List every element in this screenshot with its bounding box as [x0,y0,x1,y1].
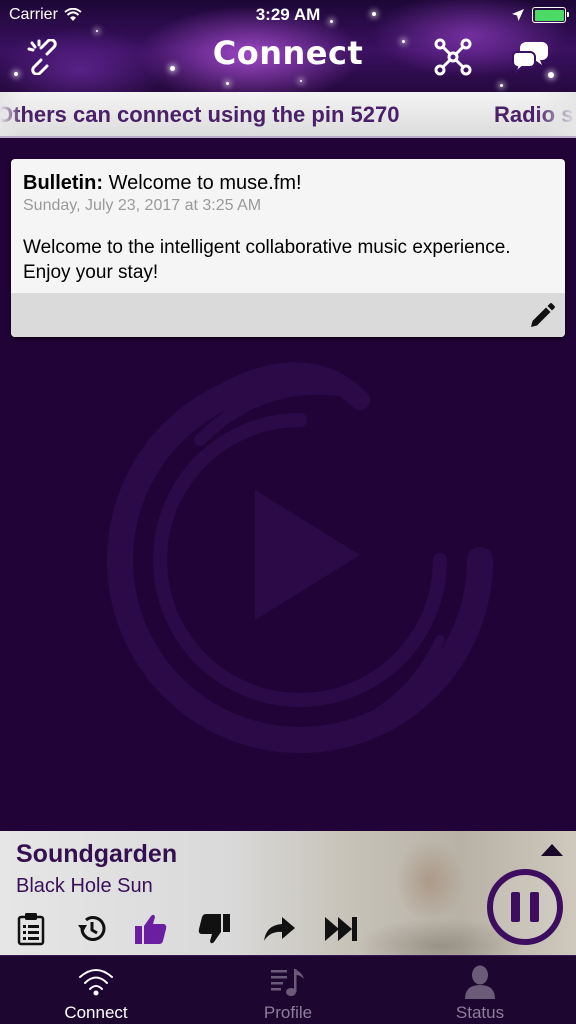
clipboard-icon[interactable] [13,911,49,947]
pause-button[interactable] [487,869,563,945]
star [300,80,302,82]
ticker-message: Others can connect using the pin 5270 [0,102,400,127]
share-arrow-icon[interactable] [261,911,297,947]
star [14,72,18,76]
battery-area [512,7,569,23]
bulletin-footer [11,293,565,337]
tab-connect[interactable]: Connect [0,956,192,1024]
user-icon [460,964,500,1000]
header: Carrier 3:29 AM Connect [0,0,576,92]
artist-name: Soundgarden [16,840,178,868]
battery-icon [532,7,569,23]
bulletin-label: Bulletin: [23,172,103,194]
pause-icon [511,892,520,922]
muse-logo-watermark [107,362,493,753]
status-bar: Carrier 3:29 AM [0,0,576,30]
tab-label: Profile [263,1003,313,1022]
tab-profile[interactable]: Profile [192,956,384,1024]
thumbs-down-icon[interactable] [196,911,232,947]
bulletin-title: Bulletin: Welcome to muse.fm! [23,172,302,195]
song-title: Black Hole Sun [16,875,153,897]
now-playing-bar[interactable]: Soundgarden Black Hole Sun [0,831,576,955]
bulletin-body: Welcome to the intelligent collaborative… [23,237,511,283]
network-icon[interactable] [434,38,472,76]
thumbs-up-icon[interactable] [133,911,169,947]
star [96,30,98,32]
status-time: 3:29 AM [255,5,321,24]
tab-bar: Connect Profile Status [0,955,576,1024]
chat-bubbles-icon[interactable] [512,38,550,76]
wifi-icon [76,964,116,1000]
bulletin-date: Sunday, July 23, 2017 at 3:25 AM [23,197,262,214]
pin-ticker: Others can connect using the pin 5270 Ra… [0,92,576,138]
music-list-icon [268,964,308,1000]
star [226,82,229,85]
bulletin-card: Bulletin: Welcome to muse.fm! Sunday, Ju… [11,159,565,337]
tab-label: Status [455,1003,505,1022]
history-icon[interactable] [74,911,110,947]
star [500,84,503,87]
location-arrow-icon [512,9,524,21]
tab-status[interactable]: Status [384,956,576,1024]
skip-forward-icon[interactable] [323,911,359,947]
expand-player-icon[interactable] [541,844,563,856]
pencil-icon[interactable] [529,303,555,329]
page-title: Connect [212,34,364,72]
bulletin-headline: Welcome to muse.fm! [108,172,302,194]
tab-label: Connect [64,1003,128,1022]
